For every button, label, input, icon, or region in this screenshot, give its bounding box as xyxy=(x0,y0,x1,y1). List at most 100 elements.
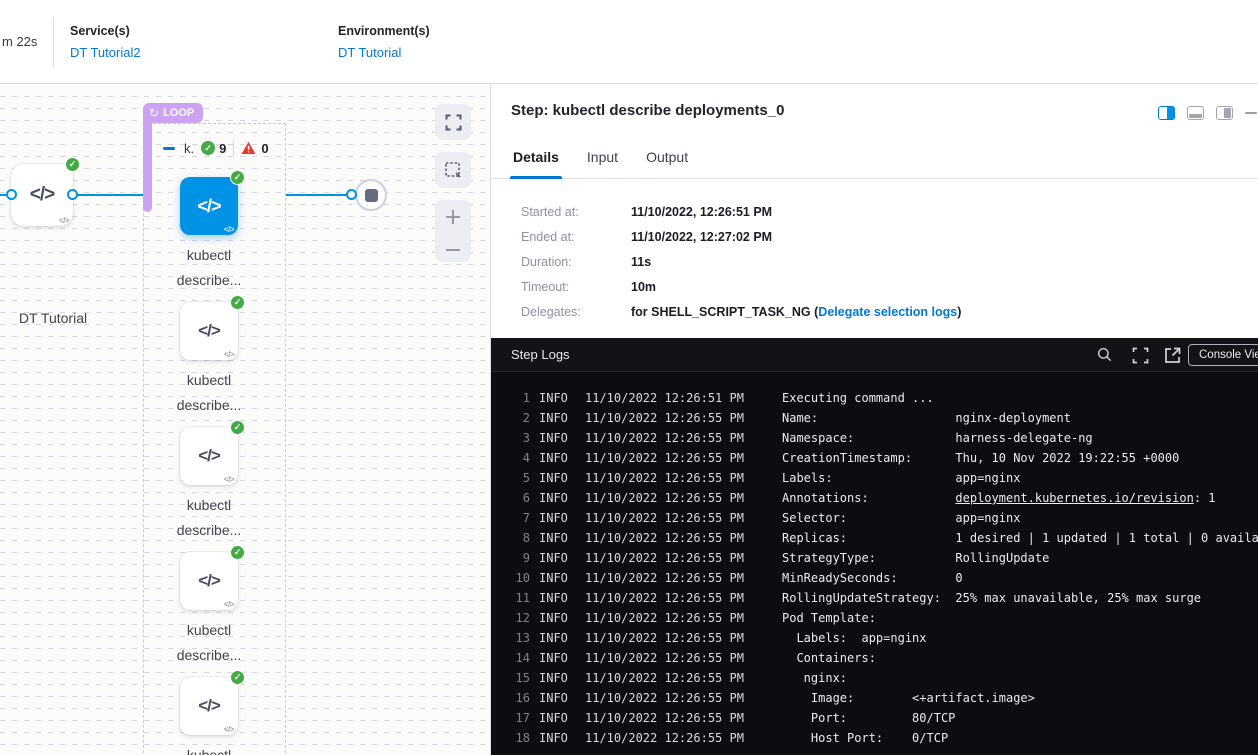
panel-layout-controls xyxy=(1158,106,1257,120)
tab-input[interactable]: Input xyxy=(587,146,618,178)
log-line-number: 13 xyxy=(506,631,530,645)
minimize-icon[interactable] xyxy=(1245,112,1257,114)
logs-fullscreen-icon[interactable] xyxy=(1132,347,1149,364)
log-line: 17INFO11/10/2022 12:26:55 PM Port: 80/TC… xyxy=(506,708,1258,728)
step-logs-header: Step Logs Console View xyxy=(491,338,1258,372)
layout-split-view-icon[interactable] xyxy=(1158,106,1175,120)
connector-dot-left[interactable] xyxy=(6,189,17,200)
log-line-number: 7 xyxy=(506,511,530,525)
pipeline-node-kubectl-describe[interactable]: ✓</></> xyxy=(180,302,238,360)
log-level: INFO xyxy=(539,671,576,685)
log-timestamp: 11/10/2022 12:26:55 PM xyxy=(585,411,749,425)
log-line: 15INFO11/10/2022 12:26:55 PM nginx: xyxy=(506,668,1258,688)
pipeline-end-node[interactable] xyxy=(355,179,387,211)
node-dt-tutorial[interactable]: ✓ </> </> DT Tutorial xyxy=(11,164,73,226)
log-level: INFO xyxy=(539,731,576,745)
delegate-selection-logs-link[interactable]: Delegate selection logs xyxy=(818,305,957,319)
pipeline-node-wrapper: ✓</></>kubectldescribe... xyxy=(180,552,238,610)
zoom-in-icon[interactable] xyxy=(445,209,461,225)
pipeline-graph-canvas[interactable]: ✓ </> </> DT Tutorial ↻ LOOP k. ✓ 9 0 ✓<… xyxy=(0,85,490,755)
step-details-section: Started at:11/10/2022, 12:26:51 PM Ended … xyxy=(491,179,1258,338)
log-timestamp: 11/10/2022 12:26:55 PM xyxy=(585,551,749,565)
log-line-number: 8 xyxy=(506,531,530,545)
service-link[interactable]: DT Tutorial2 xyxy=(70,45,141,60)
zoom-out-icon[interactable] xyxy=(445,247,461,253)
log-line-number: 14 xyxy=(506,651,530,665)
pipeline-node-kubectl-describe[interactable]: ✓</></> xyxy=(180,177,238,235)
success-check-icon: ✓ xyxy=(230,295,245,310)
log-level: INFO xyxy=(539,471,576,485)
canvas-select-button[interactable] xyxy=(435,152,471,188)
log-message: RollingUpdateStrategy: 25% max unavailab… xyxy=(782,591,1201,605)
open-in-new-icon[interactable] xyxy=(1164,347,1181,364)
log-level: INFO xyxy=(539,711,576,725)
environment-link[interactable]: DT Tutorial xyxy=(338,45,401,60)
elapsed-time: m 22s xyxy=(2,34,37,49)
log-level: INFO xyxy=(539,631,576,645)
log-level: INFO xyxy=(539,571,576,585)
marquee-select-icon xyxy=(444,161,462,179)
log-timestamp: 11/10/2022 12:26:55 PM xyxy=(585,451,749,465)
tab-details[interactable]: Details xyxy=(513,146,559,178)
detail-row: Ended at:11/10/2022, 12:27:02 PM xyxy=(521,230,1258,244)
mini-code-icon: </> xyxy=(224,225,234,234)
log-timestamp: 11/10/2022 12:26:51 PM xyxy=(585,391,749,405)
log-message: Labels: app=nginx xyxy=(782,471,1020,485)
log-message: Image: <+artifact.image> xyxy=(782,691,1035,705)
log-line: 14INFO11/10/2022 12:26:55 PM Containers: xyxy=(506,648,1258,668)
log-line-number: 18 xyxy=(506,731,530,745)
log-level: INFO xyxy=(539,391,576,405)
stage-name: k. xyxy=(184,141,194,156)
layout-bottom-view-icon[interactable] xyxy=(1187,106,1204,120)
log-line-number: 2 xyxy=(506,411,530,425)
detail-label: Started at: xyxy=(521,205,631,219)
mini-code-icon: </> xyxy=(59,216,69,225)
search-icon[interactable] xyxy=(1097,347,1112,362)
log-timestamp: 11/10/2022 12:26:55 PM xyxy=(585,471,749,485)
tab-output[interactable]: Output xyxy=(646,146,688,178)
loop-badge[interactable]: ↻ LOOP xyxy=(143,103,203,123)
node-label: kubectldescribe... xyxy=(144,368,274,418)
success-check-icon: ✓ xyxy=(230,420,245,435)
edge-start-to-loop xyxy=(73,194,144,196)
layout-right-view-icon[interactable] xyxy=(1216,106,1233,120)
log-line-number: 5 xyxy=(506,471,530,485)
warning-triangle-icon xyxy=(241,141,256,155)
code-icon: </> xyxy=(198,696,220,716)
log-line: 16INFO11/10/2022 12:26:55 PM Image: <+ar… xyxy=(506,688,1258,708)
pipeline-node-kubectl-describe[interactable]: ✓</></> xyxy=(180,552,238,610)
log-annotation-link[interactable]: deployment.kubernetes.io/revision xyxy=(955,491,1193,505)
log-timestamp: 11/10/2022 12:26:55 PM xyxy=(585,491,749,505)
log-line-number: 9 xyxy=(506,551,530,565)
pipeline-node-kubectl-describe[interactable]: ✓</></> xyxy=(180,427,238,485)
pipeline-node-kubectl-describe[interactable]: ✓</></> xyxy=(180,677,238,735)
detail-value: 11s xyxy=(631,255,651,269)
collapse-icon[interactable] xyxy=(163,147,175,150)
log-line: 13INFO11/10/2022 12:26:55 PM Labels: app… xyxy=(506,628,1258,648)
detail-value: 10m xyxy=(631,280,656,294)
console-log-output[interactable]: 1INFO11/10/2022 12:26:51 PMExecuting com… xyxy=(491,372,1258,755)
step-panel-header: Step: kubectl describe deployments_0 xyxy=(491,84,1258,146)
log-message: StrategyType: RollingUpdate xyxy=(782,551,1049,565)
matrix-stage-header: k. ✓ 9 0 xyxy=(163,139,269,157)
mini-code-icon: </> xyxy=(224,600,234,609)
success-count-icon: ✓ xyxy=(201,141,215,155)
environment-block: Environment(s) DT Tutorial xyxy=(338,24,430,62)
success-count: 9 xyxy=(219,141,226,156)
log-message: Namespace: harness-delegate-ng xyxy=(782,431,1093,445)
canvas-zoom-control[interactable] xyxy=(435,200,471,262)
log-level: INFO xyxy=(539,431,576,445)
log-line-number: 3 xyxy=(506,431,530,445)
environment-label: Environment(s) xyxy=(338,24,430,38)
connector-dot-right[interactable] xyxy=(67,189,78,200)
log-level: INFO xyxy=(539,651,576,665)
log-level: INFO xyxy=(539,491,576,505)
loop-icon: ↻ xyxy=(149,106,159,120)
canvas-fullscreen-button[interactable] xyxy=(435,104,471,140)
connector-dot-end[interactable] xyxy=(346,189,357,200)
log-level: INFO xyxy=(539,511,576,525)
detail-row: Started at:11/10/2022, 12:26:51 PM xyxy=(521,205,1258,219)
step-detail-panel: Step: kubectl describe deployments_0 Det… xyxy=(490,84,1258,755)
log-message: Selector: app=nginx xyxy=(782,511,1020,525)
console-view-button[interactable]: Console View xyxy=(1188,344,1258,366)
